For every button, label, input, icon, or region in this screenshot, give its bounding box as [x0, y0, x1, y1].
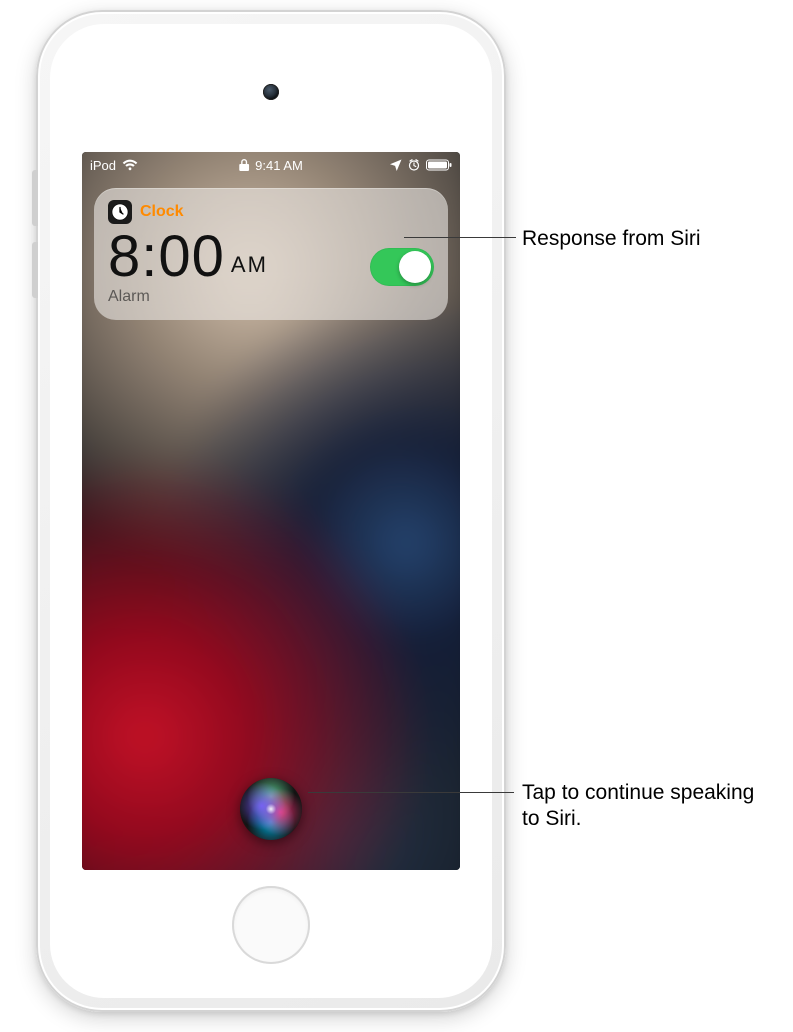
volume-down-button[interactable]	[32, 242, 38, 298]
callout-tap-to-continue: Tap to continue speaking to Siri.	[522, 780, 772, 833]
volume-up-button[interactable]	[32, 170, 38, 226]
ipod-device-frame: iPod 9:41 AM	[36, 10, 506, 1012]
callout-response-from-siri: Response from Siri	[522, 226, 701, 252]
toggle-knob	[399, 251, 431, 283]
status-bar: iPod 9:41 AM	[82, 152, 460, 178]
notification-app-name: Clock	[140, 203, 184, 221]
siri-response-card[interactable]: Clock 8:00 AM Alarm	[94, 188, 448, 320]
lock-icon	[239, 159, 249, 171]
alarm-time-ampm: AM	[231, 252, 268, 286]
callout-leader-line	[308, 792, 514, 793]
battery-icon	[426, 159, 452, 171]
location-icon	[390, 159, 402, 171]
alarm-status-icon	[408, 159, 420, 171]
device-screen: iPod 9:41 AM	[82, 152, 460, 870]
device-bezel: iPod 9:41 AM	[50, 24, 492, 998]
alarm-subtitle: Alarm	[108, 288, 268, 306]
alarm-toggle[interactable]	[370, 248, 434, 286]
callout-leader-line	[404, 237, 516, 238]
siri-orb-button[interactable]	[240, 778, 302, 840]
wifi-icon	[122, 159, 138, 171]
alarm-time-value: 8:00	[108, 228, 225, 286]
home-button[interactable]	[232, 886, 310, 964]
status-time: 9:41 AM	[255, 158, 303, 173]
carrier-label: iPod	[90, 158, 116, 173]
clock-app-icon	[108, 200, 132, 224]
front-camera	[263, 84, 279, 100]
